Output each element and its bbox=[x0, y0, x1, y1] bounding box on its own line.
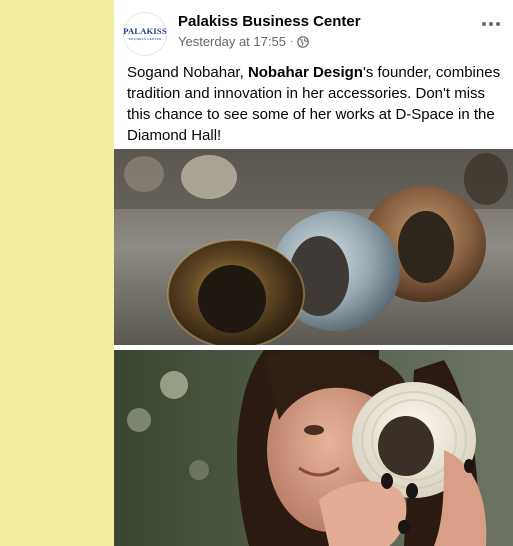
post-meta: Yesterday at 17:55 · bbox=[178, 34, 310, 49]
designer-photo-image bbox=[114, 350, 513, 546]
bracelets-photo-image bbox=[114, 149, 513, 345]
post-timestamp[interactable]: Yesterday at 17:55 bbox=[178, 34, 286, 49]
more-options-icon[interactable] bbox=[479, 12, 503, 36]
globe-icon[interactable] bbox=[297, 35, 310, 48]
page-name-link[interactable]: Palakiss Business Center bbox=[178, 13, 361, 30]
avatar-brand: PALAKISS bbox=[123, 26, 167, 37]
post-header: PALAKISS BUSINESS CENTER Palakiss Busine… bbox=[114, 0, 513, 60]
bracelets-photo[interactable] bbox=[114, 149, 513, 345]
post-text-part1: Sogand Nobahar, bbox=[127, 64, 248, 81]
page-avatar[interactable]: PALAKISS BUSINESS CENTER bbox=[123, 12, 167, 56]
post-text: Sogand Nobahar, Nobahar Design's founder… bbox=[127, 62, 507, 146]
designer-photo[interactable] bbox=[114, 350, 513, 546]
facebook-post: PALAKISS BUSINESS CENTER Palakiss Busine… bbox=[114, 0, 513, 546]
post-text-bold[interactable]: Nobahar Design bbox=[248, 64, 363, 81]
avatar-tagline: BUSINESS CENTER bbox=[128, 36, 162, 41]
meta-separator: · bbox=[289, 36, 294, 47]
